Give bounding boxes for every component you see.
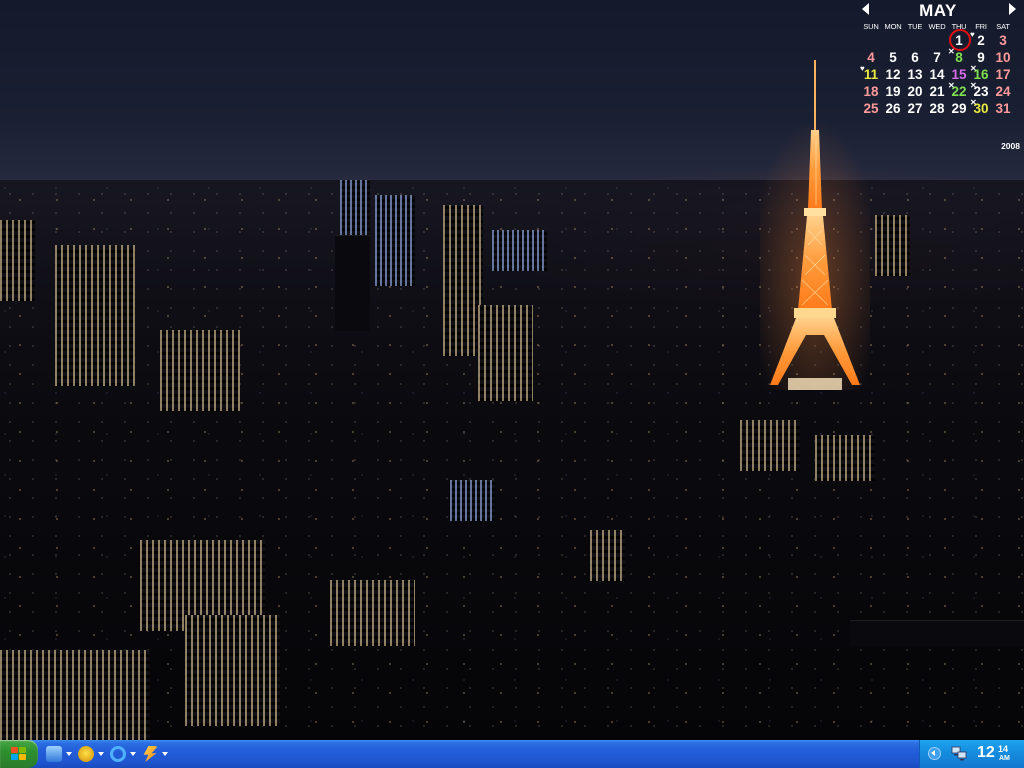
show-hidden-icons-icon[interactable] bbox=[928, 747, 941, 760]
calendar-day[interactable]: 3 bbox=[992, 32, 1014, 49]
calendar-day[interactable]: 31 bbox=[992, 100, 1014, 117]
winamp-icon bbox=[78, 746, 94, 762]
calendar-day[interactable]: ♥ 2 bbox=[970, 30, 992, 49]
windows-media-player-icon bbox=[46, 746, 62, 762]
next-month-arrow-icon[interactable] bbox=[1009, 3, 1016, 15]
skyscraper bbox=[330, 580, 415, 646]
chevron-down-icon[interactable] bbox=[162, 752, 168, 756]
calendar-day[interactable]: ♥ 11 bbox=[860, 64, 882, 83]
skyscraper bbox=[335, 235, 370, 331]
calendar-empty-cell bbox=[882, 32, 904, 49]
chevron-down-icon[interactable] bbox=[98, 752, 104, 756]
calendar-day[interactable]: 7 bbox=[926, 49, 948, 66]
calendar-day[interactable]: 17 bbox=[992, 66, 1014, 83]
clock-minute: 14 bbox=[998, 744, 1009, 754]
quick-launch-media-player[interactable] bbox=[46, 745, 74, 763]
calendar-day[interactable]: 19 bbox=[882, 83, 904, 100]
calendar-day[interactable]: 25 bbox=[860, 100, 882, 117]
quick-launch-media[interactable] bbox=[142, 745, 170, 763]
skyscraper bbox=[815, 435, 875, 481]
calendar-empty-cell bbox=[904, 32, 926, 49]
calendar-day[interactable]: 21 bbox=[926, 83, 948, 100]
calendar-weekday: MON bbox=[884, 22, 902, 31]
skyscraper bbox=[185, 615, 280, 726]
skyscraper bbox=[0, 220, 35, 301]
calendar-day[interactable]: ✕ 22 bbox=[948, 81, 970, 100]
calendar-days: 1 ♥ 2 3 4 5 6 7 ✕ 8 9 10 ♥ 11 12 13 14 15 ✕ 16 17 18 19 20 21 ✕ 22… bbox=[860, 29, 1024, 117]
calendar-weekday: WED bbox=[928, 22, 946, 31]
calendar-day[interactable]: 6 bbox=[904, 49, 926, 66]
chevron-down-icon[interactable] bbox=[66, 752, 72, 756]
media-icon bbox=[143, 746, 158, 762]
skyscraper bbox=[875, 215, 910, 276]
quick-launch-winamp[interactable] bbox=[78, 745, 106, 763]
flower-icon: ✕ bbox=[948, 47, 955, 56]
calendar-month: MAY bbox=[919, 1, 957, 20]
system-tray: 12 14 AM bbox=[919, 740, 1024, 768]
calendar-weekdays: SUN MON TUE WED THU FRI SAT bbox=[860, 22, 1024, 31]
skyscraper bbox=[492, 230, 547, 271]
calendar-day-number: 11 bbox=[863, 67, 879, 82]
calendar-day[interactable]: 28 bbox=[926, 100, 948, 117]
skyscraper bbox=[740, 420, 800, 471]
calendar-day[interactable]: 10 bbox=[992, 49, 1014, 66]
flower-icon: ✕ bbox=[948, 81, 955, 90]
skyscraper bbox=[478, 305, 533, 401]
quick-launch-internet-explorer[interactable] bbox=[110, 745, 138, 763]
calendar-day[interactable]: 18 bbox=[860, 83, 882, 100]
flower-icon: ✕ bbox=[970, 81, 977, 90]
calendar-empty-cell bbox=[860, 32, 882, 49]
calendar-day[interactable]: 26 bbox=[882, 100, 904, 117]
calendar-header: MAY bbox=[852, 0, 1024, 20]
calendar-day[interactable]: 5 bbox=[882, 49, 904, 66]
start-button[interactable] bbox=[0, 740, 38, 768]
flower-icon: ✕ bbox=[970, 98, 977, 107]
skyscraper bbox=[590, 530, 625, 581]
calendar-day[interactable]: 27 bbox=[904, 100, 926, 117]
calendar-empty-cell bbox=[926, 32, 948, 49]
skyscraper bbox=[450, 480, 495, 521]
calendar-day[interactable]: 14 bbox=[926, 66, 948, 83]
heart-icon: ♥ bbox=[860, 64, 865, 73]
calendar-day-number: 2 bbox=[977, 33, 985, 48]
internet-explorer-icon bbox=[110, 746, 126, 762]
skyscraper bbox=[55, 245, 135, 386]
windows-flag-icon bbox=[11, 747, 27, 761]
calendar-weekday: SAT bbox=[996, 22, 1010, 31]
calendar-weekday: TUE bbox=[907, 22, 923, 31]
skyscraper bbox=[443, 205, 483, 356]
taskbar: 12 14 AM bbox=[0, 740, 1024, 768]
calendar-day[interactable]: ✕ 30 bbox=[970, 98, 992, 117]
calendar-day[interactable]: 12 bbox=[882, 66, 904, 83]
calendar-day[interactable]: 20 bbox=[904, 83, 926, 100]
skyscraper bbox=[850, 620, 1024, 646]
calendar-day[interactable]: 29 bbox=[948, 100, 970, 117]
network-icon[interactable] bbox=[951, 746, 967, 761]
chevron-down-icon[interactable] bbox=[130, 752, 136, 756]
skyscraper bbox=[0, 650, 150, 740]
flower-icon: ✕ bbox=[970, 64, 977, 73]
skyscraper bbox=[375, 195, 415, 286]
calendar-year: 2008 bbox=[1001, 141, 1020, 151]
calendar-day[interactable]: ✕ 8 bbox=[948, 47, 970, 66]
calendar-weekday: SUN bbox=[863, 22, 879, 31]
calendar-day-number: 8 bbox=[955, 50, 963, 65]
heart-icon: ♥ bbox=[970, 30, 975, 39]
calendar-day[interactable]: 13 bbox=[904, 66, 926, 83]
clock-ampm: AM bbox=[999, 755, 1010, 762]
skyscraper bbox=[160, 330, 240, 411]
desktop-calendar: MAY SUN MON TUE WED THU FRI SAT 1 ♥ 2 3 4 5 6 7 ✕ 8 9 10 ♥… bbox=[852, 0, 1024, 160]
calendar-day[interactable]: 24 bbox=[992, 83, 1014, 100]
clock-hour: 12 bbox=[977, 744, 995, 761]
quick-launch-toolbar bbox=[46, 745, 170, 763]
